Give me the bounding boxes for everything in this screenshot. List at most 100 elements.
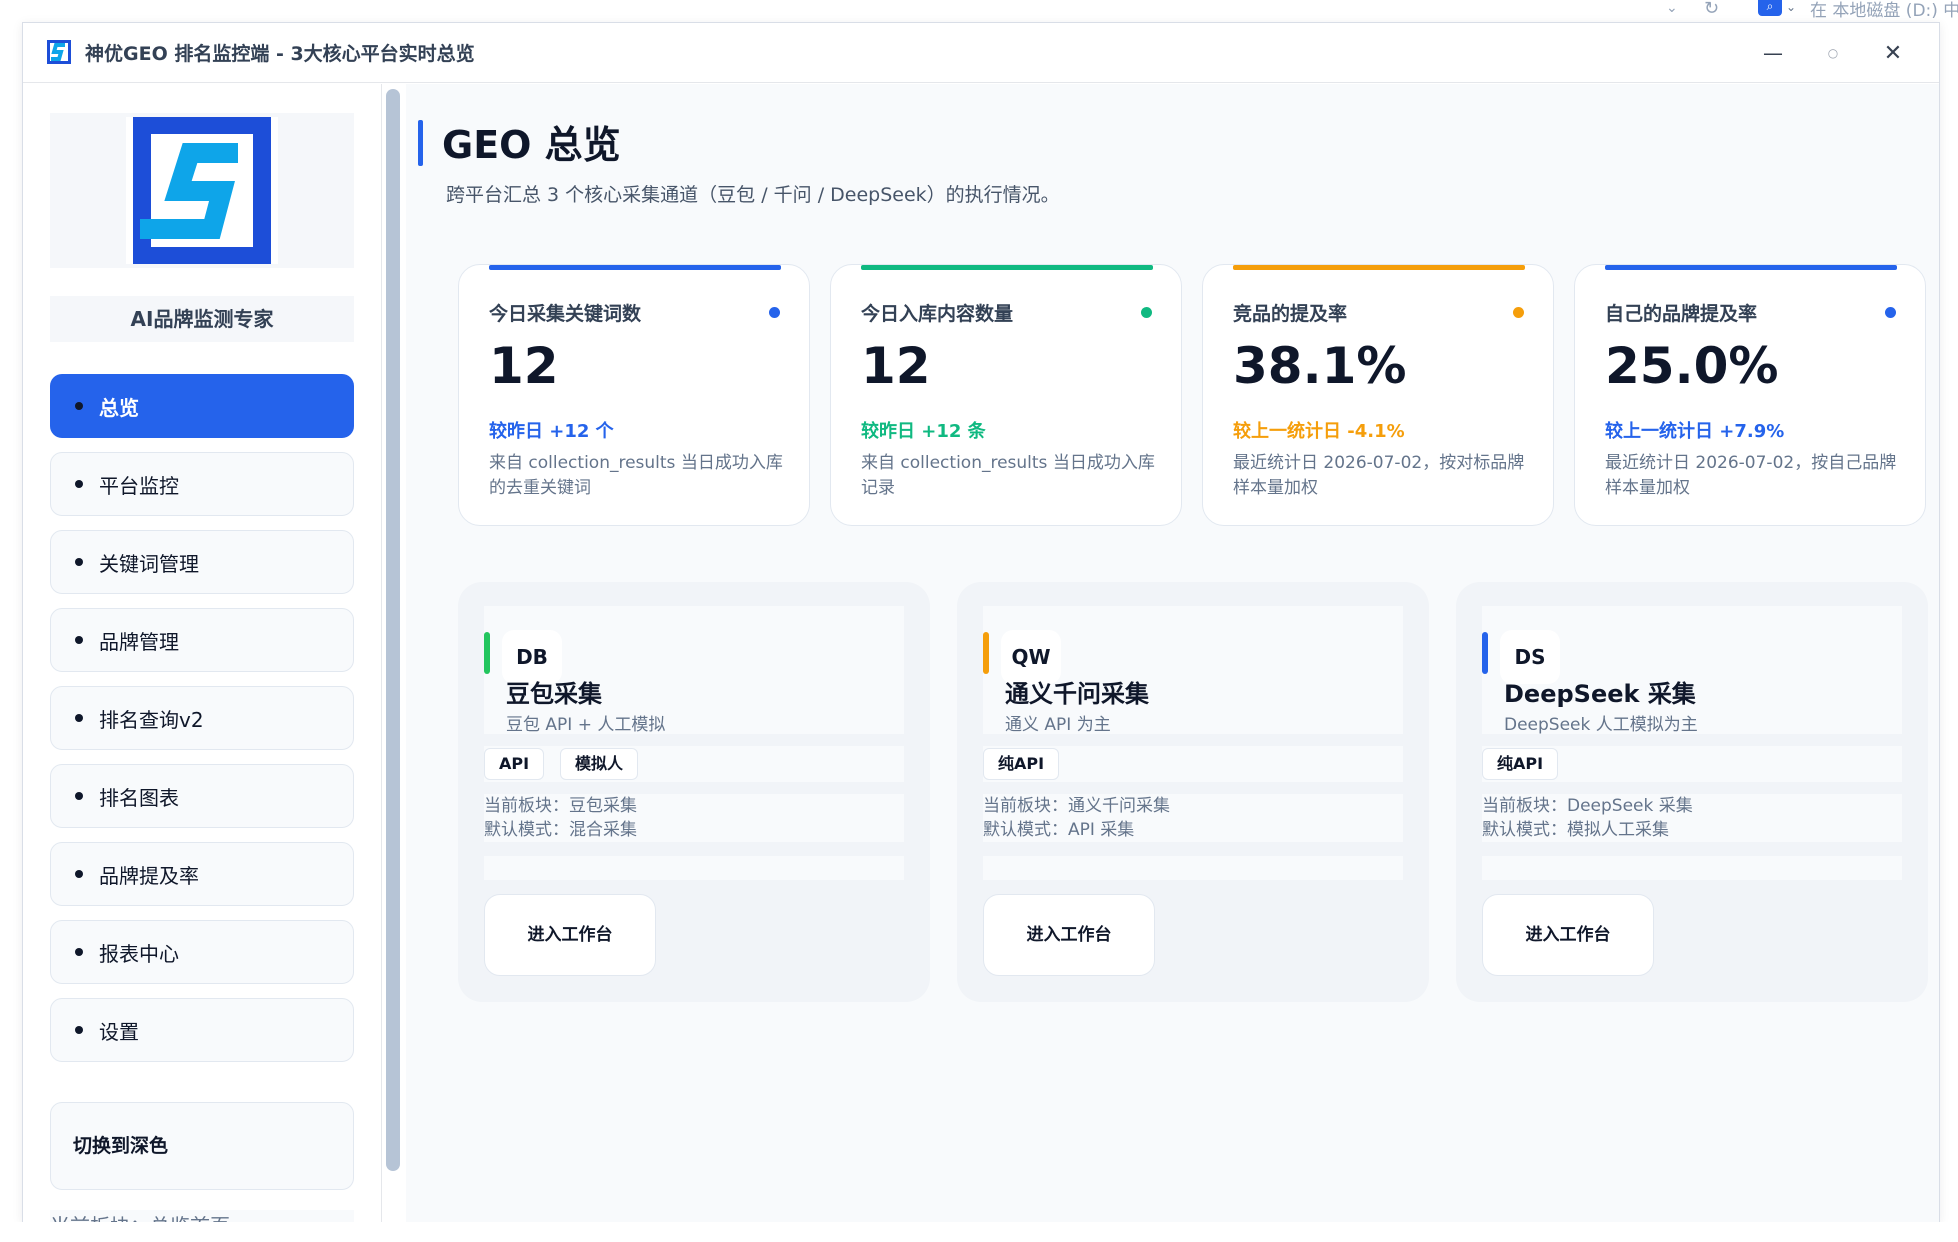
stat-delta: 较昨日 +12 个 xyxy=(489,421,614,442)
status-dot-icon xyxy=(769,307,780,318)
bullet-icon xyxy=(75,792,83,800)
sidebar-item-brand-mention-rate[interactable]: 品牌提及率 xyxy=(50,842,354,906)
platform-name: DeepSeek 采集 xyxy=(1504,680,1696,708)
sidebar-item-rank-query[interactable]: 排名查询v2 xyxy=(50,686,354,750)
sidebar-item-label: 关键词管理 xyxy=(99,551,199,576)
platform-subtitle: DeepSeek 人工模拟为主 xyxy=(1504,715,1698,735)
brand-logo-box xyxy=(50,113,354,268)
sidebar-item-platform-monitor[interactable]: 平台监控 xyxy=(50,452,354,516)
platform-tag: 模拟人 xyxy=(560,748,639,780)
platform-accent-bar xyxy=(983,632,989,674)
sidebar-nav: 总览 平台监控 关键词管理 品牌管理 排名查询v2 排名图表 品牌提及率 报表中… xyxy=(50,374,354,1076)
stat-label: 竞品的提及率 xyxy=(1233,303,1348,325)
stat-accent-bar xyxy=(1605,265,1897,270)
platform-current-block: 当前板块：DeepSeek 采集 xyxy=(1482,796,1693,816)
dropdown-arrow-icon[interactable]: ⌄ xyxy=(1786,0,1796,14)
enter-workspace-button[interactable]: 进入工作台 xyxy=(1482,894,1654,976)
stat-value: 38.1% xyxy=(1233,337,1407,395)
platform-tags: 纯API xyxy=(983,746,1403,782)
sidebar-item-label: 平台监控 xyxy=(99,473,179,498)
sidebar-item-report-center[interactable]: 报表中心 xyxy=(50,920,354,984)
sidebar-item-label: 品牌管理 xyxy=(99,629,179,654)
platform-placeholder-row xyxy=(484,856,904,880)
page-subtitle: 跨平台汇总 3 个核心采集通道（豆包 / 千问 / DeepSeek）的执行情况… xyxy=(446,184,1060,206)
stat-description: 来自 collection_results 当日成功入库记录 xyxy=(861,453,1155,498)
page-title: GEO 总览 xyxy=(442,123,621,167)
sidebar-item-label: 总览 xyxy=(99,395,139,420)
app-logo-icon xyxy=(47,40,71,64)
brand-logo-icon xyxy=(126,117,278,264)
platform-tags: 纯API xyxy=(1482,746,1902,782)
main-content: GEO 总览 跨平台汇总 3 个核心采集通道（豆包 / 千问 / DeepSee… xyxy=(406,84,1939,1223)
stat-delta: 较昨日 +12 条 xyxy=(861,421,986,442)
platform-name: 通义千问采集 xyxy=(1005,680,1149,708)
bullet-icon xyxy=(75,402,83,410)
stat-accent-bar xyxy=(861,265,1153,270)
desktop-bottom-edge xyxy=(0,1222,1958,1242)
platform-header: QW 通义千问采集 通义 API 为主 xyxy=(983,606,1403,735)
platform-tag: API xyxy=(484,748,545,780)
search-location-text[interactable]: 在 本地磁盘 (D:) 中 xyxy=(1810,0,1958,21)
close-icon[interactable]: ✕ xyxy=(1875,37,1911,69)
sidebar-item-label: 品牌提及率 xyxy=(99,863,199,888)
sidebar-item-keyword-management[interactable]: 关键词管理 xyxy=(50,530,354,594)
bullet-icon xyxy=(75,1026,83,1034)
maximize-icon[interactable]: ○ xyxy=(1815,37,1851,69)
stat-description: 最近统计日 2026-07-02，按自己品牌样本量加权 xyxy=(1605,453,1897,498)
sidebar-item-rank-chart[interactable]: 排名图表 xyxy=(50,764,354,828)
enter-workspace-button[interactable]: 进入工作台 xyxy=(983,894,1155,976)
platform-header: DS DeepSeek 采集 DeepSeek 人工模拟为主 xyxy=(1482,606,1902,735)
sidebar-item-label: 报表中心 xyxy=(99,941,179,966)
browser-toolbar-remnant: ⌄ ↻ ⌕ ⌄ 在 本地磁盘 (D:) 中 xyxy=(0,0,1958,22)
platform-info: 当前板块：通义千问采集 默认模式：API 采集 xyxy=(983,794,1403,842)
platform-card-qwen: QW 通义千问采集 通义 API 为主 纯API 当前板块：通义千问采集 默认模… xyxy=(957,582,1429,1002)
platform-default-mode: 默认模式：混合采集 xyxy=(484,820,637,840)
bullet-icon xyxy=(75,714,83,722)
stat-accent-bar xyxy=(489,265,781,270)
minimize-icon[interactable]: — xyxy=(1755,37,1791,69)
status-dot-icon xyxy=(1141,307,1152,318)
platform-subtitle: 通义 API 为主 xyxy=(1005,715,1111,735)
platform-tags: API 模拟人 xyxy=(484,746,904,782)
bullet-icon xyxy=(75,558,83,566)
platform-info: 当前板块：DeepSeek 采集 默认模式：模拟人工采集 xyxy=(1482,794,1902,842)
sidebar-item-brand-management[interactable]: 品牌管理 xyxy=(50,608,354,672)
bullet-icon xyxy=(75,636,83,644)
title-bar: 神优GEO 排名监控端 - 3大核心平台实时总览 — ○ ✕ xyxy=(23,23,1939,83)
stat-description: 最近统计日 2026-07-02，按对标品牌样本量加权 xyxy=(1233,453,1525,498)
status-dot-icon xyxy=(1885,307,1896,318)
stat-value: 12 xyxy=(489,337,559,395)
chevron-down-icon[interactable]: ⌄ xyxy=(1666,0,1678,16)
search-icon[interactable]: ⌕ xyxy=(1758,0,1782,16)
app-window: 神优GEO 排名监控端 - 3大核心平台实时总览 — ○ ✕ AI品牌监测专家 … xyxy=(22,22,1940,1238)
stat-value: 12 xyxy=(861,337,931,395)
platform-subtitle: 豆包 API + 人工模拟 xyxy=(506,715,666,735)
theme-toggle-button[interactable]: 切换到深色 xyxy=(50,1102,354,1190)
platform-current-block: 当前板块：通义千问采集 xyxy=(983,796,1170,816)
platform-default-mode: 默认模式：API 采集 xyxy=(983,820,1135,840)
stat-label: 今日入库内容数量 xyxy=(861,303,1014,325)
sidebar-item-overview[interactable]: 总览 xyxy=(50,374,354,438)
platform-header: DB 豆包采集 豆包 API + 人工模拟 xyxy=(484,606,904,735)
brand-slogan: AI品牌监测专家 xyxy=(50,296,354,342)
enter-workspace-button[interactable]: 进入工作台 xyxy=(484,894,656,976)
platform-accent-bar xyxy=(484,632,490,674)
sidebar-item-label: 排名查询v2 xyxy=(99,707,204,732)
title-accent-bar xyxy=(418,120,423,166)
refresh-icon[interactable]: ↻ xyxy=(1704,0,1719,19)
sidebar: AI品牌监测专家 总览 平台监控 关键词管理 品牌管理 排名查询v2 排名图表 … xyxy=(23,84,383,1238)
platform-placeholder-row xyxy=(983,856,1403,880)
stat-accent-bar xyxy=(1233,265,1525,270)
sidebar-scrollbar[interactable] xyxy=(386,89,400,1171)
stat-description: 来自 collection_results 当日成功入库的去重关键词 xyxy=(489,453,783,498)
bullet-icon xyxy=(75,870,83,878)
stat-label: 自己的品牌提及率 xyxy=(1605,303,1758,325)
platform-card-doubao: DB 豆包采集 豆包 API + 人工模拟 API 模拟人 当前板块：豆包采集 … xyxy=(458,582,930,1002)
platform-card-deepseek: DS DeepSeek 采集 DeepSeek 人工模拟为主 纯API 当前板块… xyxy=(1456,582,1928,1002)
sidebar-item-label: 排名图表 xyxy=(99,785,179,810)
stat-card-keywords: 今日采集关键词数 12 较昨日 +12 个 来自 collection_resu… xyxy=(458,264,810,526)
sidebar-item-settings[interactable]: 设置 xyxy=(50,998,354,1062)
platform-info: 当前板块：豆包采集 默认模式：混合采集 xyxy=(484,794,904,842)
stat-delta: 较上一统计日 +7.9% xyxy=(1605,421,1785,442)
stat-card-competitor-mention: 竞品的提及率 38.1% 较上一统计日 -4.1% 最近统计日 2026-07-… xyxy=(1202,264,1554,526)
